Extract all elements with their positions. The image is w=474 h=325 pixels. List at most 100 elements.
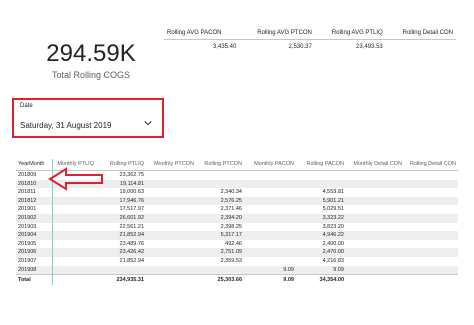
total-cell: [404, 274, 458, 286]
table-cell: [346, 171, 404, 180]
cell-yearmonth: 201809: [18, 172, 37, 178]
table-cell: 5,317.17: [196, 231, 244, 240]
table-cell: [404, 257, 458, 266]
column-header-yearmonth[interactable]: YearMonth: [16, 159, 52, 171]
table-row[interactable]: 201902 26,601.92 2,394.20 3,323.22: [16, 213, 458, 223]
table-cell: [51, 248, 96, 257]
table-cell: [244, 205, 296, 214]
table-cell: 2,576.25: [196, 196, 244, 206]
table-row[interactable]: 201905 23,489.76 492.46 2,400.00: [16, 239, 458, 249]
table-cell: [146, 188, 196, 197]
cell-yearmonth: 201908: [16, 265, 52, 275]
summary-value: 2,530.37: [288, 44, 312, 50]
table-cell: 2,470.00: [296, 248, 346, 257]
cell-yearmonth: 201905: [18, 240, 37, 247]
cell-yearmonth: 201902: [16, 213, 52, 223]
table-cell: [346, 196, 404, 206]
table-cell: [146, 179, 196, 189]
table-cell: 22,561.21: [119, 223, 144, 230]
column-header[interactable]: Rolling PTCON: [196, 159, 244, 171]
total-label: Total: [16, 274, 52, 286]
table-row[interactable]: 201906 23,426.42 2,751.09 2,470.00: [16, 248, 458, 257]
column-header[interactable]: Rolling Detail CON: [404, 159, 458, 171]
table-cell: [196, 179, 244, 189]
table-row[interactable]: 201903 22,561.21 2,398.25 3,823.20: [16, 222, 458, 232]
summary-table: Rolling AVG PACON Rolling AVG PTCON Roll…: [164, 30, 456, 54]
table-row[interactable]: 201812 17,946.76 2,576.25 5,901.21: [16, 196, 458, 206]
table-cell: [51, 231, 96, 240]
table-cell: [346, 179, 404, 189]
table-cell: 2,371.46: [220, 206, 242, 213]
table-cell: [51, 265, 96, 275]
cell-yearmonth: 201907: [18, 257, 37, 264]
table-cell: [296, 171, 346, 180]
table-cell: 5,901.21: [296, 196, 346, 206]
table-cell: [244, 223, 296, 232]
table-row[interactable]: 201908 9.09 9.09: [16, 265, 458, 275]
date-slicer[interactable]: Date Saturday, 31 August 2019: [12, 98, 164, 138]
table-cell: 9.09: [244, 265, 296, 275]
summary-header[interactable]: Rolling AVG PTLIQ: [314, 30, 386, 40]
table-cell: [244, 248, 296, 257]
slicer-title: Date: [20, 103, 33, 109]
table-cell: [244, 240, 296, 249]
column-header[interactable]: Monthly Detail CON: [346, 159, 404, 171]
table-cell: 23,489.76: [119, 240, 144, 247]
table-cell: [404, 265, 458, 275]
table-cell: [404, 248, 458, 257]
table-cell: [346, 240, 404, 249]
column-header[interactable]: Monthly PACON: [244, 159, 296, 171]
cell-yearmonth: 201810: [16, 179, 52, 189]
table-cell: [244, 179, 296, 189]
total-cell: [146, 274, 196, 286]
table-cell: 2,398.25: [220, 223, 242, 230]
table-cell: 21,852.94: [119, 257, 144, 264]
total-cell: [51, 274, 96, 286]
table-cell: [146, 248, 196, 257]
table-cell: 4,553.81: [322, 189, 344, 196]
table-cell: [146, 171, 196, 180]
summary-value: 23,493.53: [356, 44, 383, 50]
cell-yearmonth: 201901: [18, 206, 37, 213]
table-cell: [404, 171, 458, 180]
table-cell: [404, 179, 458, 189]
chevron-down-icon[interactable]: [144, 119, 152, 127]
table-cell: 17,517.97: [119, 206, 144, 213]
summary-header[interactable]: Rolling AVG PACON: [164, 30, 240, 40]
table-row[interactable]: 201901 17,517.97 2,371.46 5,029.51: [16, 205, 458, 214]
total-cell: [346, 274, 404, 286]
table-cell: [51, 205, 96, 214]
table-cell: [346, 188, 404, 197]
table-cell: [51, 256, 96, 266]
table-cell: [346, 205, 404, 214]
table-row[interactable]: 201907 21,852.94 2,359.53 4,216.83: [16, 256, 458, 266]
table-cell: 2,751.09: [196, 248, 244, 257]
table-cell: [244, 196, 296, 206]
summary-header[interactable]: Rolling AVG PTCON: [239, 30, 315, 40]
table-cell: [51, 213, 96, 223]
table-cell: 4,946.22: [296, 231, 346, 240]
table-cell: 3,823.20: [322, 223, 344, 230]
table-cell: [244, 171, 296, 180]
table-cell: 5,029.51: [322, 206, 344, 213]
table-cell: [146, 257, 196, 266]
table-row[interactable]: 201904 21,852.94 5,317.17 4,946.22: [16, 231, 458, 240]
column-header[interactable]: Monthly PTCON: [146, 159, 196, 171]
table-cell: [244, 231, 296, 240]
table-cell: [404, 205, 458, 214]
table-cell: [244, 257, 296, 266]
slicer-selected-date[interactable]: Saturday, 31 August 2019: [20, 121, 111, 130]
cell-yearmonth: 201812: [16, 196, 52, 206]
summary-value: [386, 40, 456, 55]
table-cell: [146, 231, 196, 240]
table-cell: [146, 213, 196, 223]
column-header[interactable]: Rolling PACON: [296, 159, 346, 171]
table-cell: 23,426.42: [96, 248, 146, 257]
total-cell: 9.09: [244, 274, 296, 286]
table-cell: [296, 179, 346, 189]
table-cell: [146, 223, 196, 232]
table-cell: [51, 239, 96, 249]
table-cell: [244, 213, 296, 223]
summary-header[interactable]: Rolling Detail CON: [385, 30, 456, 40]
table-cell: [51, 196, 96, 206]
